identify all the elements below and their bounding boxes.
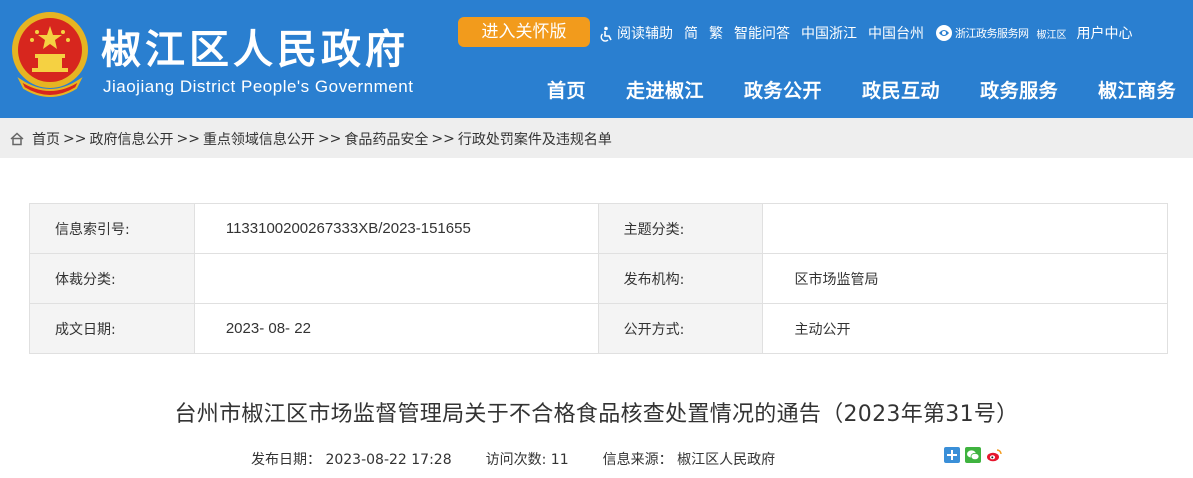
info-table: 信息索引号: 1133100200267333XB/2023-151655 主题… [29, 203, 1168, 354]
gov-service-link[interactable]: 浙江政务服务网 [935, 24, 1029, 42]
table-row: 体裁分类: 发布机构: 区市场监管局 [29, 253, 1168, 304]
breadcrumb-separator: >> [317, 131, 342, 147]
visit-count-label: 访问次数: [485, 452, 547, 468]
article-title: 台州市椒江区市场监督管理局关于不合格食品核查处置情况的通告（2023年第31号） [174, 402, 1019, 427]
table-row: 成文日期: 2023- 08- 22 公开方式: 主动公开 [29, 303, 1168, 354]
info-source-value: 椒江区人民政府 [677, 452, 776, 468]
index-label: 信息索引号: [29, 203, 195, 254]
publisher-value: 区市场监管局 [762, 253, 1168, 304]
zhejiang-link[interactable]: 中国浙江 [801, 23, 857, 43]
national-emblem-icon [12, 12, 88, 97]
publish-date: 发布日期： 2023-08-22 17:28 [251, 449, 452, 469]
article-meta: 发布日期： 2023-08-22 17:28 访问次数: 11 信息来源： 椒江… [251, 449, 809, 469]
breadcrumb-home[interactable]: 首页 [32, 129, 60, 149]
breadcrumb-bar: 首页 >> 政府信息公开 >> 重点领域信息公开 >> 食品药品安全 >> 行政… [0, 118, 1193, 158]
table-row: 信息索引号: 1133100200267333XB/2023-151655 主题… [29, 203, 1168, 254]
smart-qa-link[interactable]: 智能问答 [734, 23, 790, 43]
index-value: 1133100200267333XB/2023-151655 [193, 203, 599, 254]
publish-date-value: 2023-08-22 17:28 [325, 452, 452, 468]
nav-home[interactable]: 首页 [547, 76, 586, 103]
genre-value [193, 253, 599, 304]
topic-label: 主题分类: [597, 203, 764, 254]
breadcrumb-separator: >> [63, 131, 87, 147]
gov-service-sub-label: 椒江区 [1036, 29, 1067, 41]
breadcrumb-gov-info[interactable]: 政府信息公开 [89, 129, 173, 149]
topic-value [762, 203, 1168, 254]
breadcrumb-separator: >> [431, 131, 455, 147]
info-source-label: 信息来源： [602, 452, 673, 468]
gov-service-logo-icon [936, 25, 952, 41]
gov-service-label: 浙江政务服务网 [955, 27, 1029, 40]
top-links: 阅读辅助 简 繁 智能问答 中国浙江 中国台州 浙江政务服务网 椒江区 用户中心 [598, 22, 1144, 44]
traditional-link[interactable]: 繁 [709, 23, 723, 43]
nav-about-jiaojiang[interactable]: 走进椒江 [626, 76, 704, 103]
nav-commerce[interactable]: 椒江商务 [1098, 76, 1176, 103]
accessibility-icon [600, 26, 612, 42]
site-name: 椒江区人民政府 [101, 27, 409, 73]
nav-interaction[interactable]: 政民互动 [862, 76, 940, 103]
site-name-en: Jiaojiang District People's Government [103, 77, 414, 96]
disclosure-label: 公开方式: [597, 303, 764, 354]
visit-count: 访问次数: 11 [486, 449, 569, 469]
user-center-link[interactable]: 用户中心 [1077, 23, 1133, 43]
site-header: 椒江区人民政府 Jiaojiang District People's Gove… [0, 0, 1193, 118]
home-icon [10, 132, 24, 146]
publisher-label: 发布机构: [597, 253, 764, 304]
taizhou-link[interactable]: 中国台州 [868, 23, 924, 43]
disclosure-value: 主动公开 [762, 303, 1168, 354]
wechat-icon[interactable] [965, 447, 981, 463]
care-version-button[interactable]: 进入关怀版 [458, 17, 590, 47]
breadcrumb-penalty-cases[interactable]: 行政处罚案件及违规名单 [458, 129, 612, 149]
date-label: 成文日期: [29, 303, 195, 354]
share-buttons [944, 447, 1002, 463]
share-plus-icon[interactable] [944, 447, 960, 463]
publish-date-label: 发布日期： [251, 452, 321, 468]
breadcrumb-food-drug[interactable]: 食品药品安全 [344, 129, 428, 149]
nav-gov-affairs[interactable]: 政务公开 [744, 76, 822, 103]
simplified-link[interactable]: 简 [684, 23, 698, 43]
date-value: 2023- 08- 22 [193, 303, 599, 354]
breadcrumb-key-areas[interactable]: 重点领域信息公开 [203, 129, 315, 149]
genre-label: 体裁分类: [29, 253, 195, 304]
nav-gov-service[interactable]: 政务服务 [980, 76, 1058, 103]
reading-aid-label: 阅读辅助 [617, 26, 673, 42]
breadcrumb-separator: >> [176, 131, 200, 147]
info-source: 信息来源： 椒江区人民政府 [603, 449, 775, 469]
main-nav: 首页 走进椒江 政务公开 政民互动 政务服务 椒江商务 [547, 76, 1193, 103]
breadcrumb: 首页 >> 政府信息公开 >> 重点领域信息公开 >> 食品药品安全 >> 行政… [10, 129, 612, 149]
visit-count-value: 11 [550, 452, 569, 468]
weibo-icon[interactable] [986, 447, 1002, 463]
reading-aid-link[interactable]: 阅读辅助 [598, 23, 673, 43]
